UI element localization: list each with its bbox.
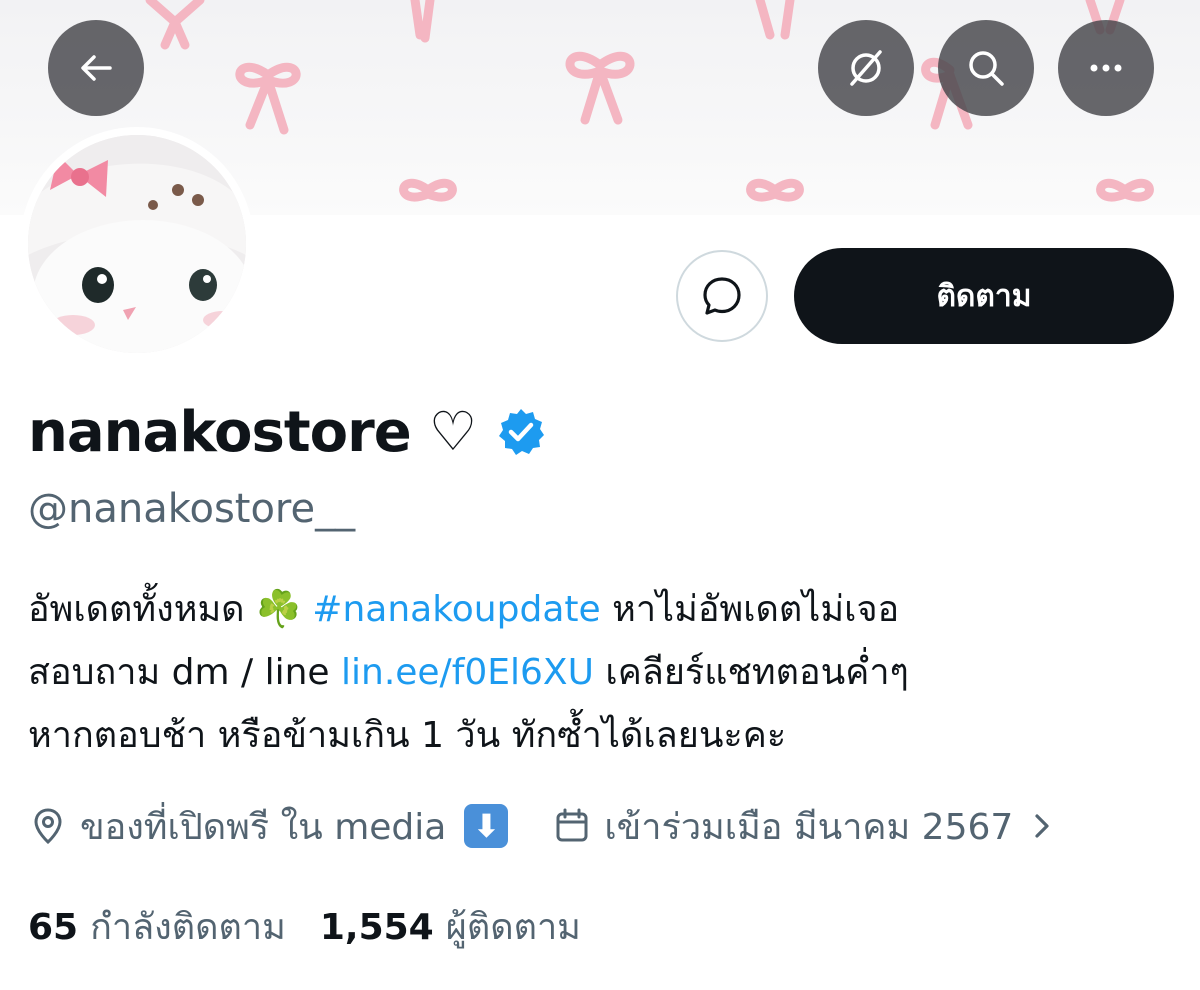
grok-icon xyxy=(850,50,882,86)
following-count: 65 xyxy=(28,906,79,948)
follow-stats: 65 กำลังติดตาม 1,554 ผู้ติดตาม xyxy=(28,898,581,954)
user-handle: @nanakostore__ xyxy=(28,486,356,532)
bio-line-3: หากตอบช้า หรือข้ามเกิน 1 วัน ทักซ้ำได้เล… xyxy=(28,715,787,756)
calendar-icon xyxy=(556,808,588,842)
hashtag-link[interactable]: #nanakoupdate xyxy=(312,589,600,630)
following-label: กำลังติดตาม xyxy=(90,906,286,948)
follow-button[interactable]: ติดตาม xyxy=(794,248,1174,344)
bio-text: เคลียร์แชทตอนค่ำๆ xyxy=(605,652,909,693)
more-icon xyxy=(1090,64,1122,72)
message-button[interactable] xyxy=(676,250,768,342)
bio-text: อัพเดตทั้งหมด xyxy=(28,589,245,630)
profile-bio: อัพเดตทั้งหมด ☘️ #nanakoupdate หาไม่อัพเ… xyxy=(28,578,1193,767)
followers-count: 1,554 xyxy=(319,906,434,948)
down-arrow-emoji: ⬇ xyxy=(464,804,509,848)
cat-avatar-image xyxy=(28,135,246,353)
joined-text: เข้าร่วมเมือ มีนาคม 2567 xyxy=(604,806,1014,848)
line-link[interactable]: lin.ee/f0El6XU xyxy=(341,652,594,693)
followers-label: ผู้ติดตาม xyxy=(445,906,581,948)
location-pin-icon xyxy=(34,808,62,845)
more-button[interactable] xyxy=(1058,20,1154,116)
bio-line-2: สอบถาม dm / line lin.ee/f0El6XU เคลียร์แ… xyxy=(28,641,1193,704)
joined-item: เข้าร่วมเมือ มีนาคม 2567 xyxy=(552,798,1013,855)
location-text: ของที่เปิดพรี ใน media xyxy=(80,806,447,848)
location-item: ของที่เปิดพรี ใน media ⬇ xyxy=(28,798,509,855)
heart-symbol: ♡ xyxy=(428,400,478,463)
followers-link[interactable]: 1,554 ผู้ติดตาม xyxy=(320,898,581,955)
verified-badge-icon[interactable] xyxy=(495,406,547,458)
search-button[interactable] xyxy=(938,20,1034,116)
chevron-right-icon[interactable] xyxy=(1031,808,1055,844)
avatar[interactable] xyxy=(28,135,246,353)
search-icon xyxy=(969,51,1004,86)
clover-emoji: ☘️ xyxy=(256,589,301,630)
following-link[interactable]: 65 กำลังติดตาม xyxy=(28,898,286,955)
bio-line-1: อัพเดตทั้งหมด ☘️ #nanakoupdate หาไม่อัพเ… xyxy=(28,578,1193,641)
display-name: nanakostore xyxy=(28,399,412,465)
bio-text: สอบถาม dm / line xyxy=(28,652,330,693)
arrow-left-icon xyxy=(81,55,112,81)
message-icon xyxy=(703,277,741,315)
display-name-row: nanakostore ♡ xyxy=(28,392,547,472)
back-button[interactable] xyxy=(48,20,144,116)
grok-button[interactable] xyxy=(818,20,914,116)
bio-text: หาไม่อัพเดตไม่เจอ xyxy=(612,589,900,630)
profile-meta: ของที่เปิดพรี ใน media ⬇ เข้าร่วมเมือ มี… xyxy=(28,796,1193,856)
